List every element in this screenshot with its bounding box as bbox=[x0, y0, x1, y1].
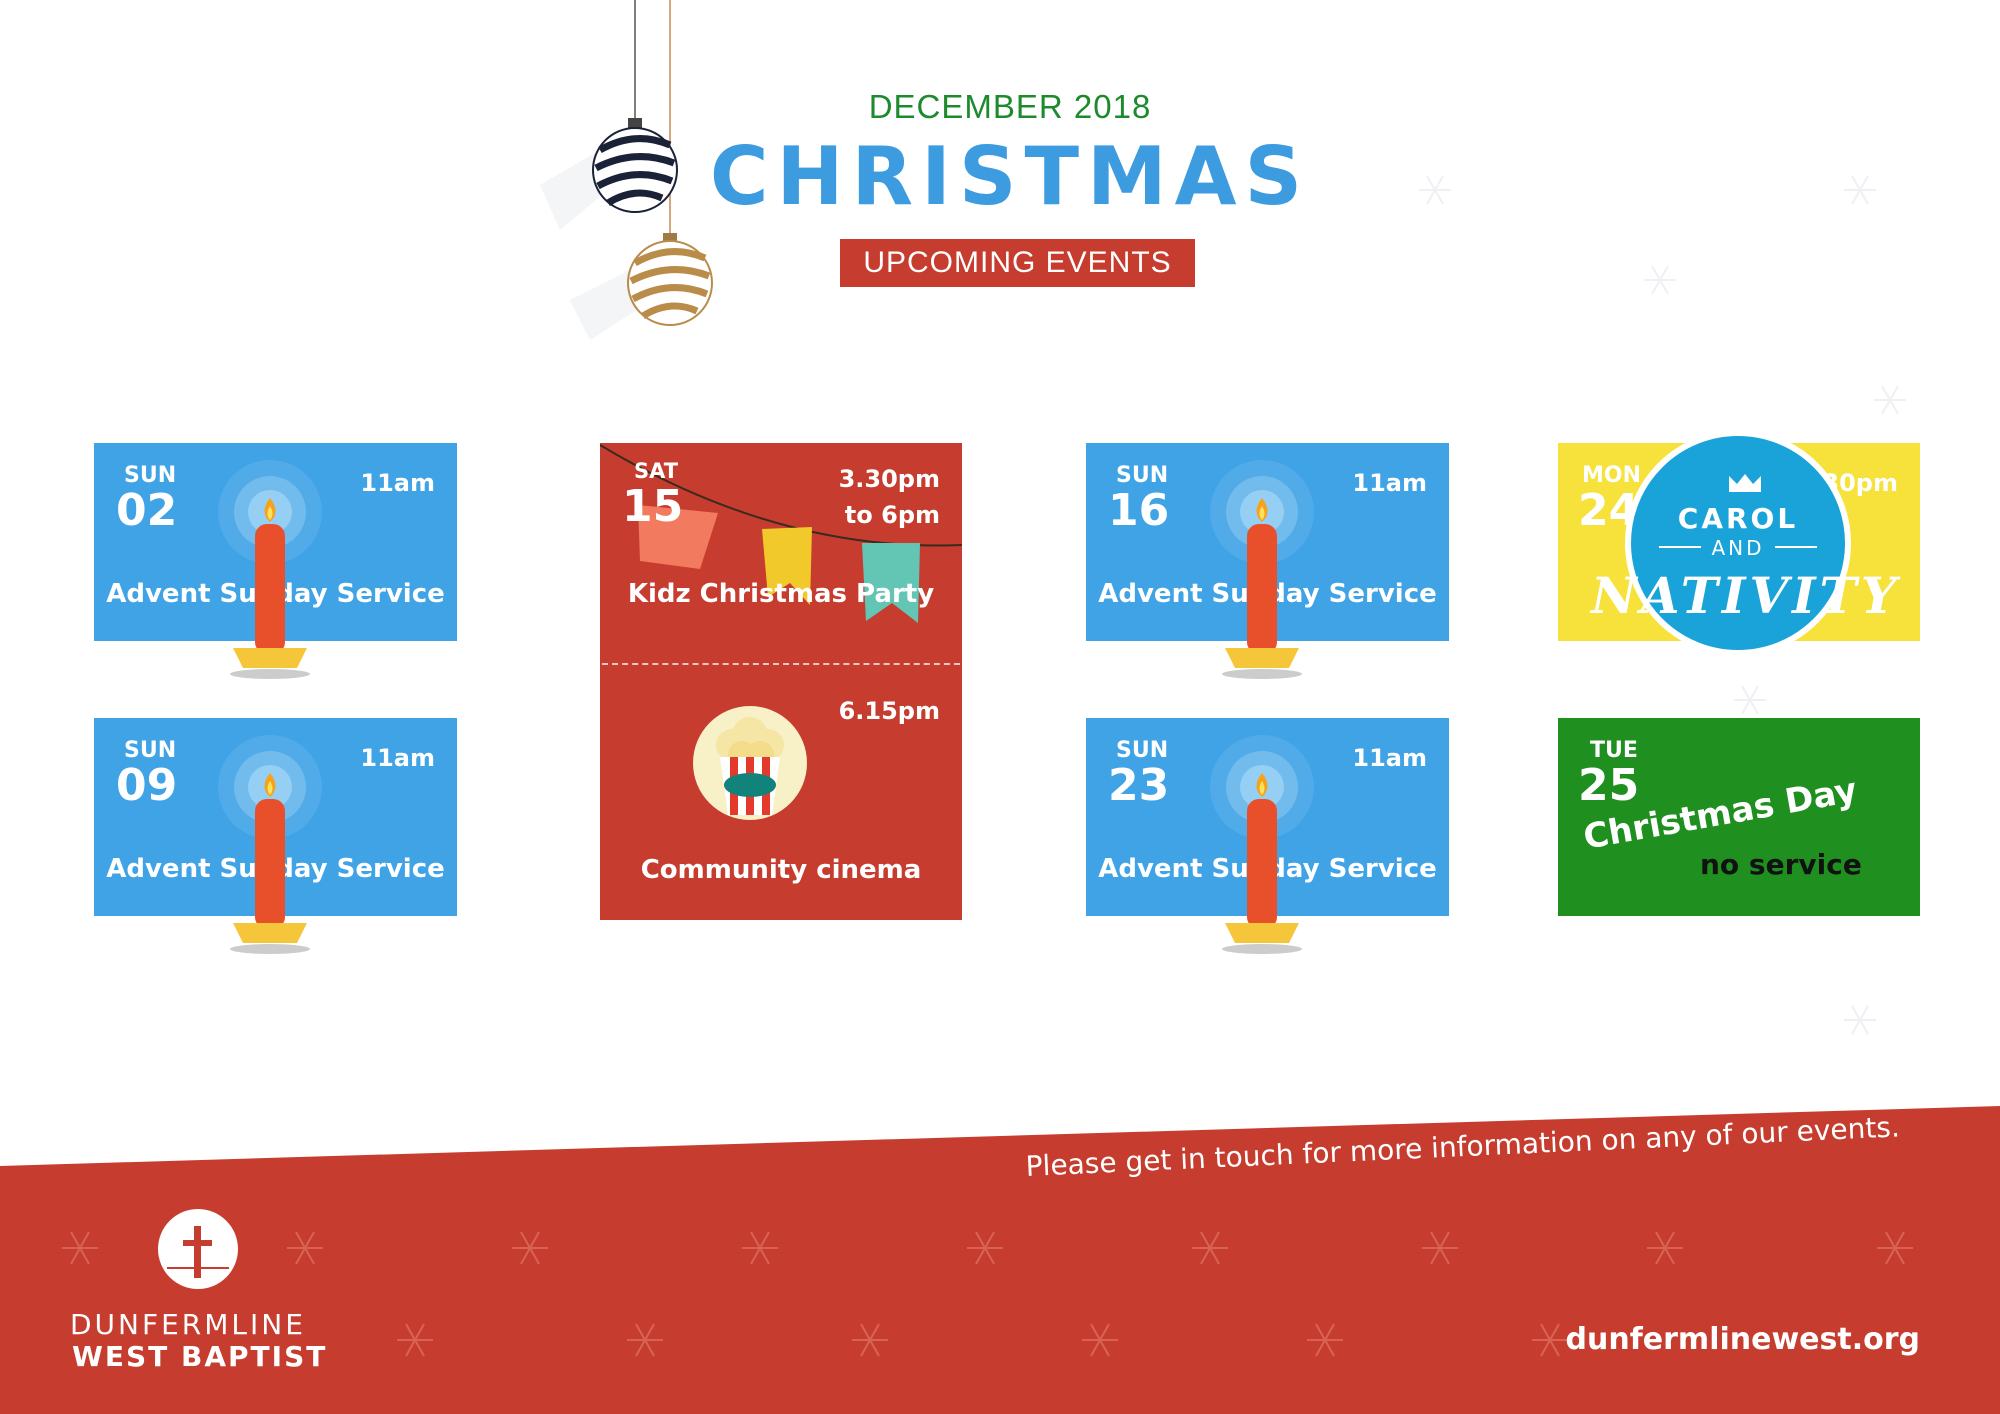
org-name-line-2: WEST BAPTIST bbox=[72, 1340, 328, 1373]
candle-icon bbox=[1210, 735, 1314, 954]
crown-icon bbox=[1729, 474, 1761, 492]
event-note: no service bbox=[1700, 848, 1862, 881]
page-title: CHRISTMAS bbox=[709, 130, 1311, 223]
event-day: SAT bbox=[634, 459, 679, 483]
event-name: Kidz Christmas Party bbox=[627, 579, 935, 609]
event-date: 09 bbox=[116, 760, 178, 811]
month-year: DECEMBER 2018 bbox=[868, 88, 1152, 125]
org-name-line-1: DUNFERMLINE bbox=[70, 1308, 306, 1341]
event-date: 15 bbox=[622, 481, 684, 532]
upcoming-events-banner: UPCOMING EVENTS bbox=[840, 239, 1195, 287]
carol-nativity-badge: CAROL AND NATIVITY bbox=[1591, 430, 1896, 656]
event-card-sat-15[interactable]: SAT 15 3.30pm to 6pm Kidz Christmas Part… bbox=[600, 443, 962, 920]
event-time: 11am bbox=[360, 469, 435, 497]
second-event-name: Community cinema bbox=[640, 855, 922, 885]
time-start: 3.30pm bbox=[838, 465, 940, 493]
church-logo-icon bbox=[158, 1209, 238, 1289]
event-date: 23 bbox=[1108, 760, 1170, 811]
badge-line-2: AND bbox=[1701, 536, 1775, 560]
divider bbox=[602, 663, 960, 665]
event-card-tue-25[interactable]: TUE 25 Christmas Day no service bbox=[1558, 718, 1920, 916]
website-link[interactable]: dunfermlinewest.org bbox=[1566, 1322, 1920, 1357]
event-date: 25 bbox=[1578, 760, 1640, 811]
badge-line-2-wrap: AND bbox=[1631, 536, 1845, 560]
badge-line-3: NATIVITY bbox=[1591, 566, 1901, 625]
event-date: 16 bbox=[1108, 485, 1170, 536]
event-time: 3.30pm to 6pm bbox=[839, 461, 940, 533]
event-time: 11am bbox=[1352, 744, 1427, 772]
event-time: 11am bbox=[1352, 469, 1427, 497]
candle-icon bbox=[218, 735, 322, 954]
popcorn-icon bbox=[693, 706, 807, 820]
event-time: 11am bbox=[360, 744, 435, 772]
second-event-time: 6.15pm bbox=[838, 697, 940, 725]
candle-icon bbox=[1210, 460, 1314, 679]
event-date: 02 bbox=[116, 485, 178, 536]
badge-line-1: CAROL bbox=[1677, 502, 1799, 535]
time-end: to 6pm bbox=[844, 501, 940, 529]
candle-icon bbox=[218, 460, 322, 679]
